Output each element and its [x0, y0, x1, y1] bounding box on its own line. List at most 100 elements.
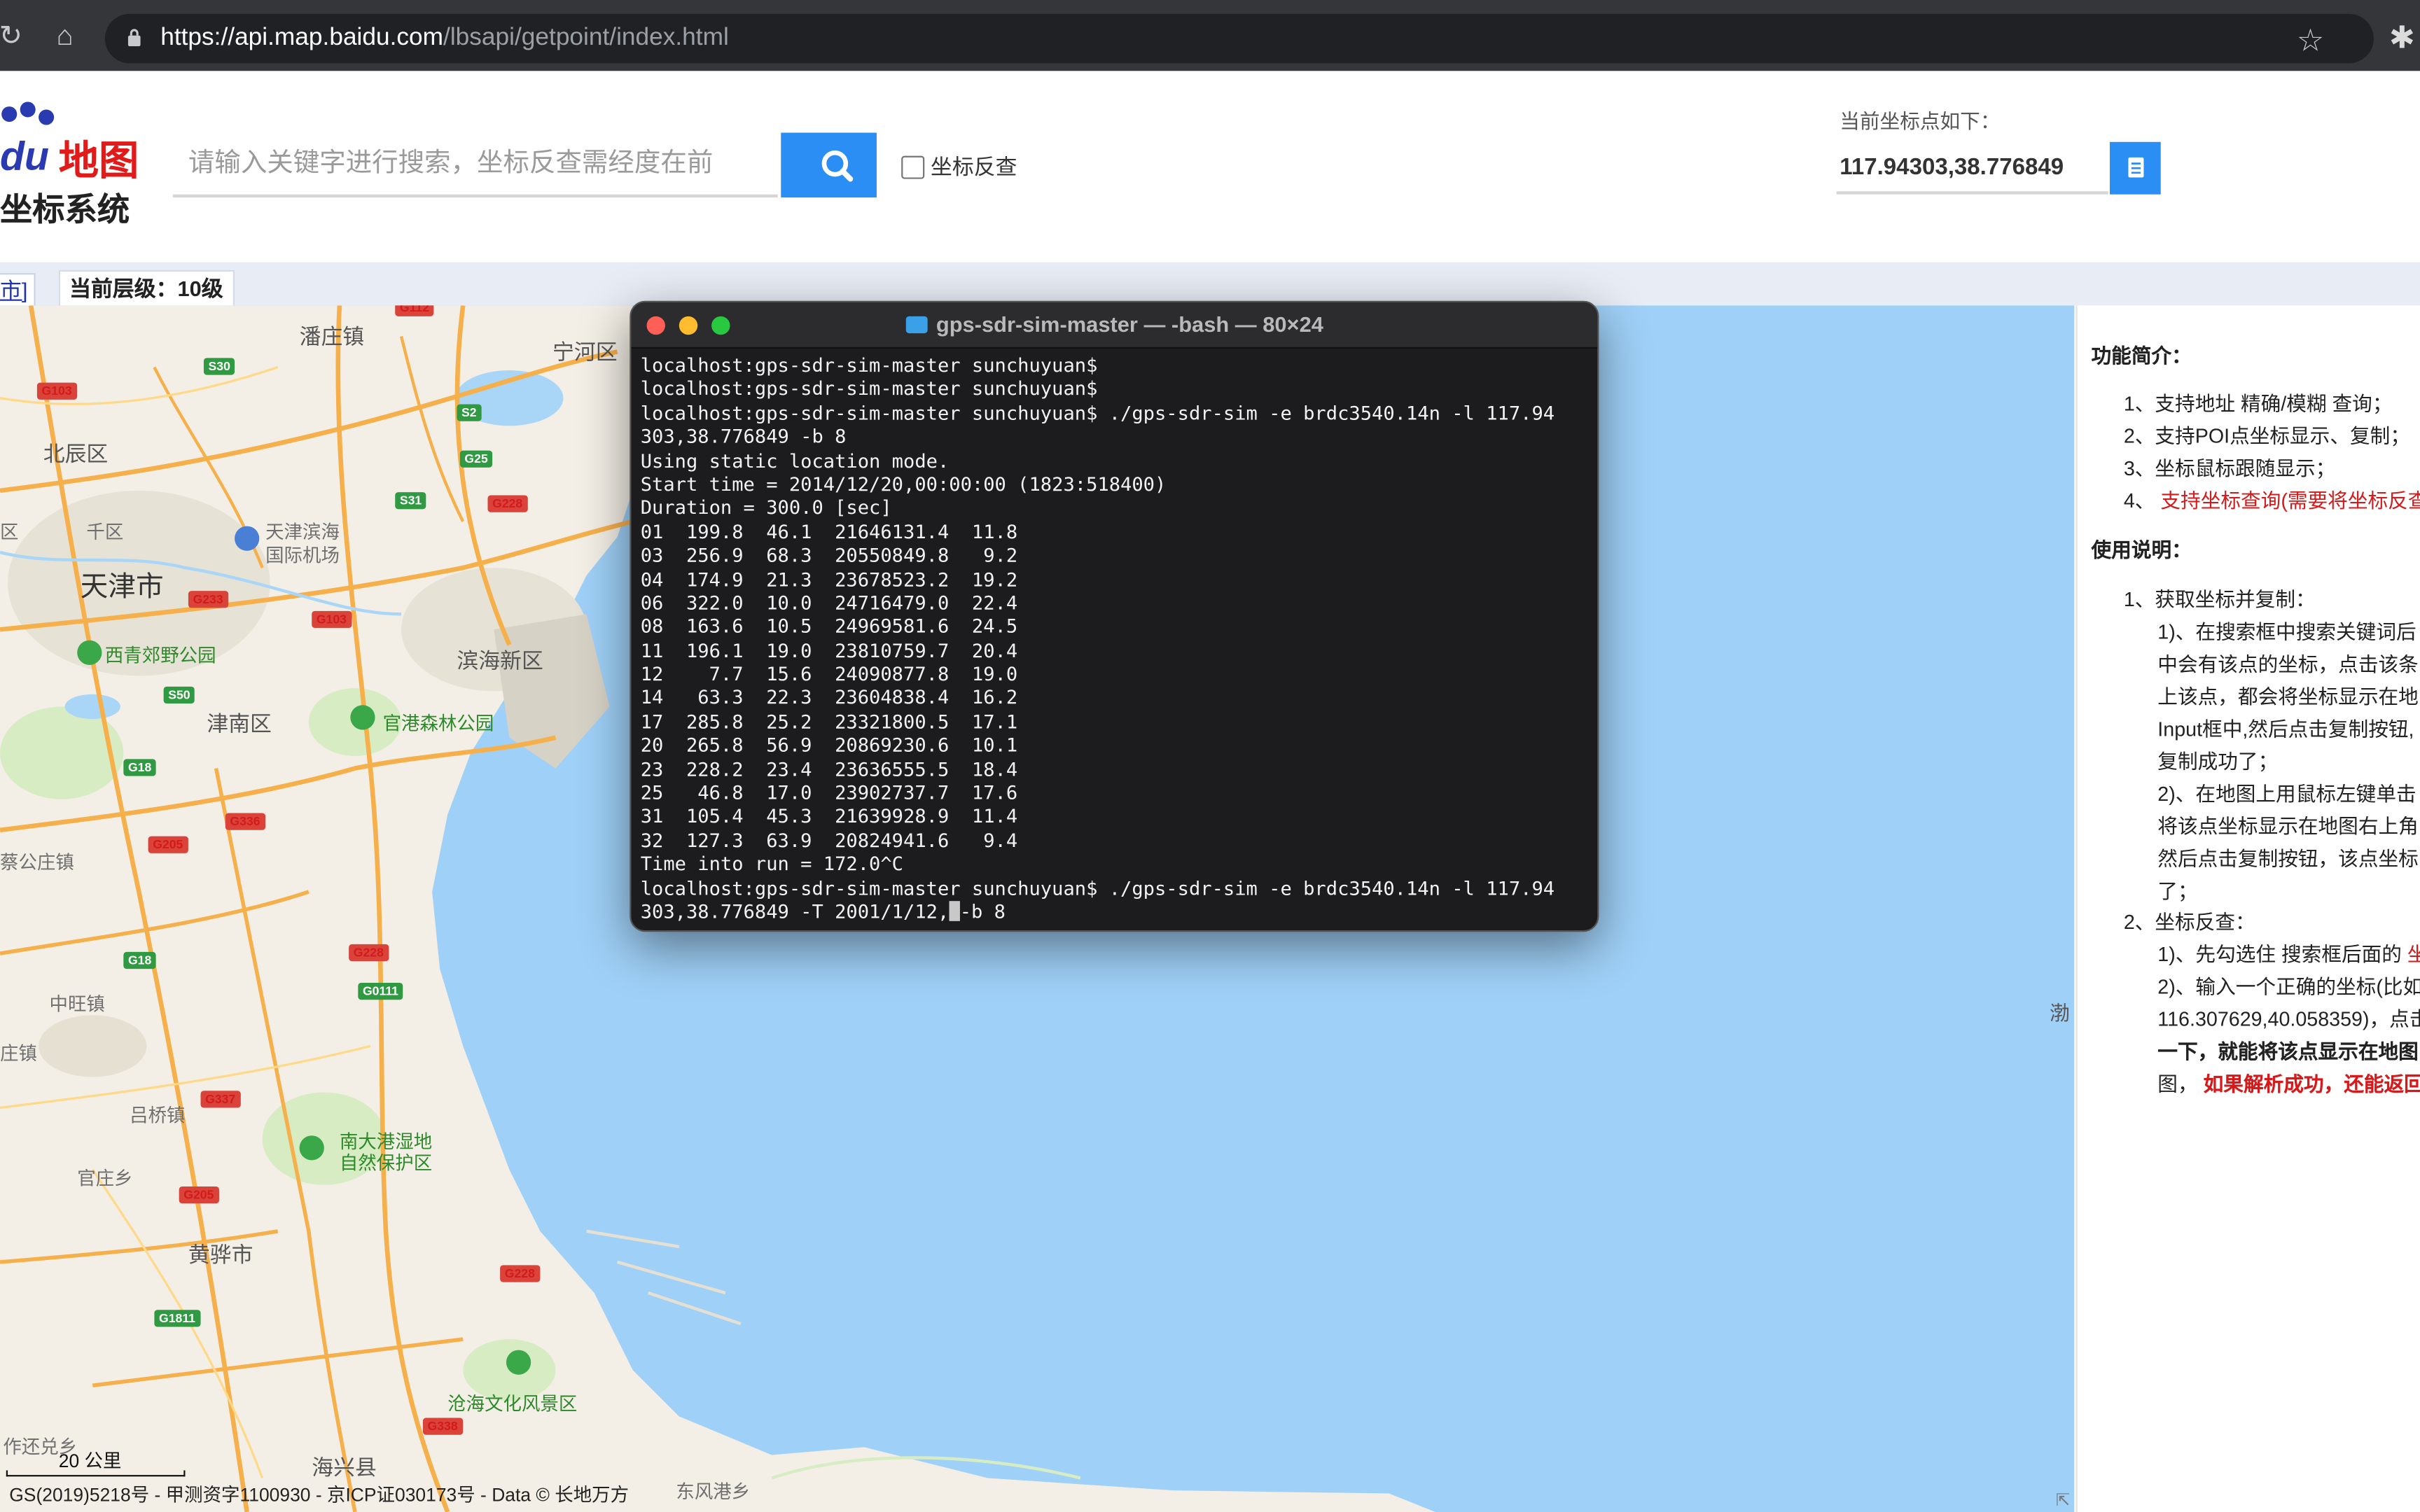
map-label-gangu: 千区: [86, 521, 124, 543]
terminal-line: localhost:gps-sdr-sim-master sunchuyuan$: [640, 378, 1098, 400]
resize-handle-icon[interactable]: ⇱: [2056, 1490, 2070, 1510]
panel-usage-text: 图，: [2157, 1072, 2198, 1096]
info-panel: 功能简介： 1、支持地址 精确/模糊 查询； 2、支持POI点坐标显示、复制； …: [2075, 305, 2420, 1512]
page-header: du 地图 坐标系统 坐标反查 当前坐标点如下： 117.94303,38.77…: [0, 71, 2420, 262]
highway-shield: G1811: [154, 1310, 200, 1327]
map-label-cangzhou-culture: 沧海文化风景区: [447, 1393, 578, 1415]
panel-usage-highlight: 坐: [2407, 943, 2420, 966]
terminal-window[interactable]: gps-sdr-sim-master — -bash — 80×24 local…: [630, 300, 1599, 932]
panel-usage-line: 2)、在地图上用鼠标左键单击: [2157, 782, 2416, 806]
reverse-lookup-checkbox[interactable]: [901, 155, 925, 178]
browser-toolbar: ↻ ⌂ https://api.map.baidu.com/lbsapi/get…: [0, 0, 2420, 71]
map-scale-bar: [6, 1470, 186, 1477]
map-label-bohai: 渤: [2050, 1001, 2070, 1025]
map-label-airport-line1: 天津滨海: [265, 521, 340, 543]
highway-shield: S50: [163, 686, 195, 704]
map-copyright: GS(2019)5218号 - 甲测资字1100930 - 京ICP证03017…: [9, 1484, 630, 1506]
panel-usage-line: 复制成功了；: [2157, 750, 2279, 774]
panel-intro-title: 功能简介：: [2091, 344, 2192, 368]
coord-output-field[interactable]: 117.94303,38.776849: [1836, 142, 2108, 195]
terminal-input-after: -b 8: [959, 901, 1006, 923]
panel-usage-line: 然后点击复制按钮，该点坐标: [2157, 847, 2419, 871]
terminal-line: 14 63.3 22.3 23604838.4 16.2: [640, 687, 1018, 709]
terminal-titlebar[interactable]: gps-sdr-sim-master — -bash — 80×24: [631, 302, 1598, 349]
highway-shield: G337: [200, 1091, 240, 1108]
panel-usage-line: 1)、在搜索框中搜索关键词后: [2157, 620, 2416, 644]
panel-usage-line: 中会有该点的坐标，点击该条: [2157, 652, 2419, 676]
address-bar[interactable]: https://api.map.baidu.com/lbsapi/getpoin…: [104, 13, 2374, 64]
highway-shield: G112: [395, 305, 434, 316]
url-domain: https://api.map.baidu.com: [160, 24, 444, 51]
terminal-output[interactable]: localhost:gps-sdr-sim-master sunchuyuan$…: [641, 355, 1592, 925]
search-button[interactable]: [781, 132, 877, 198]
zoom-window-button[interactable]: [711, 316, 730, 335]
minimize-window-button[interactable]: [679, 316, 698, 335]
reverse-lookup-toggle[interactable]: 坐标反查: [901, 151, 1017, 182]
terminal-input-line[interactable]: 303,38.776849 -T 2001/1/12, -b 8: [641, 901, 1592, 925]
logo-map-text: 地图: [58, 137, 139, 184]
terminal-line: 17 285.8 25.2 23321800.5 17.1: [640, 710, 1018, 733]
panel-usage-line: 上该点，都会将坐标显示在地: [2157, 685, 2419, 708]
logo-subtitle: 坐标系统: [0, 192, 130, 229]
home-icon[interactable]: ⌂: [48, 18, 81, 52]
extensions-puzzle-icon[interactable]: ✱: [2389, 18, 2415, 57]
panel-intro-item: 1、支持地址 精确/模糊 查询；: [2123, 391, 2393, 415]
terminal-title: gps-sdr-sim-master — -bash — 80×24: [631, 302, 1597, 347]
terminal-line: Using static location mode.: [640, 449, 950, 472]
panel-usage-line: 将该点坐标显示在地图右上角: [2157, 814, 2419, 838]
terminal-line: 32 127.3 63.9 20824941.6 9.4: [640, 830, 1018, 852]
highway-shield: G205: [148, 836, 188, 853]
terminal-line: 23 228.2 23.4 23636555.5 18.4: [640, 758, 1018, 780]
map-label-fengang: 东风港乡: [676, 1480, 751, 1503]
terminal-line: Start time = 2014/12/20,00:00:00 (1823:5…: [640, 473, 1167, 496]
url-path: /lbsapi/getpoint/index.html: [443, 24, 729, 51]
highway-shield: G338: [422, 1418, 463, 1435]
terminal-input-before: 303,38.776849 -T 2001/1/12,: [640, 901, 950, 923]
terminal-line: 20 265.8 56.9 20869230.6 10.1: [640, 734, 1018, 757]
map-label-guangang-park: 官港森林公园: [382, 713, 494, 735]
copy-icon: [2128, 157, 2144, 178]
panel-usage-line: 1)、先勾选住 搜索框后面的 坐: [2157, 938, 2420, 967]
panel-intro-num: 4、: [2123, 489, 2155, 512]
map-label-zhongwang: 中旺镇: [49, 993, 105, 1016]
map-label-panzhuang: 潘庄镇: [299, 323, 365, 349]
panel-intro-highlight: 支持坐标查询(需要将坐标反查: [2160, 489, 2420, 512]
screenshot-root: ↻ ⌂ https://api.map.baidu.com/lbsapi/get…: [0, 0, 2420, 1512]
map-label-lvqiao: 吕桥镇: [130, 1105, 186, 1126]
map-level-bar: 市] 当前层级：10级: [0, 262, 2420, 307]
map-label-xiqing-park: 西青郊野公园: [104, 645, 216, 667]
terminal-line: Duration = 300.0 [sec]: [640, 497, 892, 519]
terminal-line: 06 322.0 10.0 24716479.0 22.4: [640, 592, 1018, 615]
close-window-button[interactable]: [646, 316, 665, 335]
highway-shield: G228: [487, 495, 527, 512]
panel-usage-line: 图， 如果解析成功，还能返回: [2157, 1068, 2420, 1097]
highway-shield: G103: [36, 382, 77, 400]
terminal-line: 04 174.9 21.3 23678523.2 19.2: [640, 568, 1018, 591]
highway-shield: S2: [457, 404, 482, 421]
highway-shield: S31: [395, 492, 426, 510]
terminal-title-text: gps-sdr-sim-master — -bash — 80×24: [936, 312, 1323, 337]
highway-shield: G0111: [358, 983, 403, 1000]
copy-coord-button[interactable]: [2109, 141, 2161, 195]
highway-shield: G103: [312, 610, 352, 629]
terminal-line: 11 196.1 19.0 23810759.7 20.4: [640, 640, 1018, 662]
search-input[interactable]: [172, 132, 778, 198]
terminal-line: localhost:gps-sdr-sim-master sunchuyuan$…: [640, 402, 1555, 424]
lock-icon: [127, 29, 141, 47]
panel-usage-line: Input框中,然后点击复制按钮,: [2157, 717, 2414, 741]
panel-usage-line: 116.307629,40.058359)，点击: [2157, 1007, 2420, 1031]
panel-intro-item: 4、 支持坐标查询(需要将坐标反查: [2124, 484, 2420, 514]
panel-usage-text: 1)、先勾选住 搜索框后面的: [2157, 942, 2407, 966]
reverse-lookup-label: 坐标反查: [931, 154, 1017, 179]
map-label-district: 区: [0, 521, 19, 543]
city-switch-link[interactable]: 市]: [0, 273, 36, 307]
highway-shield: G233: [188, 591, 228, 608]
highway-shield: S30: [203, 358, 235, 375]
map-label-airport-line2: 国际机场: [265, 545, 340, 566]
panel-usage-item: 1、获取坐标并复制：: [2123, 587, 2316, 611]
map-label-tianjin: 天津市: [80, 570, 164, 602]
panel-intro-item: 3、坐标鼠标跟随显示；: [2123, 456, 2336, 480]
bookmark-star-icon[interactable]: ☆: [2297, 22, 2325, 60]
reload-icon[interactable]: ↻: [0, 18, 28, 52]
coord-title: 当前坐标点如下：: [1840, 109, 2001, 133]
